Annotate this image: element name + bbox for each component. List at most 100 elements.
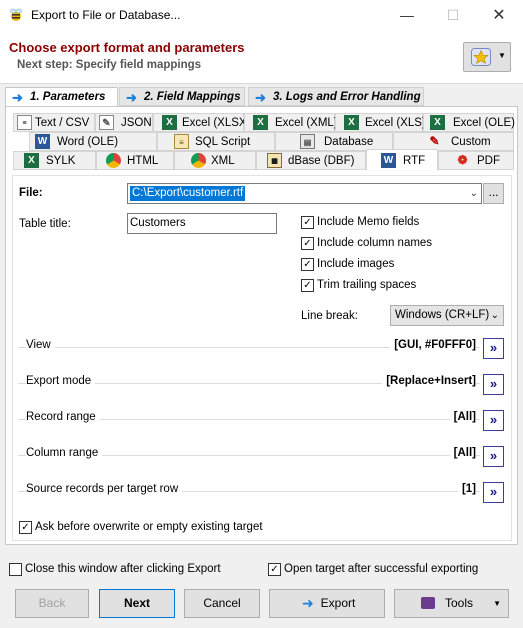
double-chevron-right-icon: »: [489, 376, 498, 391]
tab-field-mappings-label: 2. Field Mappings: [144, 91, 241, 103]
export-mode-value: [Replace+Insert]: [382, 375, 476, 387]
export-mode-label: Export mode: [26, 375, 96, 387]
wizard-header: Choose export format and parameters Next…: [0, 31, 523, 84]
column-range-group: Column range [All]: [18, 447, 480, 461]
tab-label: RTF: [403, 155, 426, 167]
tab-excel-ole[interactable]: X Excel (OLE): [423, 113, 515, 132]
chevron-down-icon: ▼: [498, 51, 506, 60]
tab-label: XML: [211, 155, 235, 167]
minimize-icon[interactable]: —: [384, 0, 430, 31]
checkbox-label: Open target after successful exporting: [284, 563, 479, 575]
excel-icon: X: [430, 115, 445, 130]
checkbox-label: Include images: [317, 258, 395, 270]
script-icon: ≡: [174, 134, 189, 149]
maximize-icon[interactable]: ☐: [430, 0, 476, 31]
tab-parameters-label: 1. Parameters: [30, 91, 106, 103]
tab-label: JSON: [121, 117, 152, 129]
excel-icon: X: [162, 115, 177, 130]
export-button[interactable]: ➜ Export: [269, 589, 385, 618]
records-per-row-button[interactable]: »: [483, 482, 504, 503]
line-break-value: Windows (CR+LF): [395, 309, 490, 321]
records-per-row-group: Source records per target row [1]: [18, 483, 480, 497]
record-range-value: [All]: [449, 411, 476, 423]
chevron-down-icon: ⌄: [490, 310, 499, 321]
view-group: View [GUI, #F0FFF0]: [18, 339, 480, 353]
close-icon[interactable]: ✕: [476, 0, 522, 31]
tab-sql-script[interactable]: ≡ SQL Script: [157, 132, 275, 151]
line-break-select[interactable]: Windows (CR+LF) ⌄: [390, 305, 504, 326]
tab-label: Excel (OLE): [453, 117, 515, 129]
tab-json[interactable]: ✎ JSON: [95, 113, 153, 132]
chevron-down-icon: ▼: [493, 599, 501, 608]
tab-logs-errors-label: 3. Logs and Error Handling: [273, 91, 421, 103]
tab-label: Excel (XLS): [365, 117, 426, 129]
tab-dbase-dbf[interactable]: ▦ dBase (DBF): [256, 151, 366, 170]
chrome-icon: [106, 153, 121, 168]
checkbox-check-icon: ✓: [301, 237, 314, 250]
tab-pdf[interactable]: ❁ PDF: [438, 151, 514, 170]
view-value: [GUI, #F0FFF0]: [390, 339, 476, 351]
view-settings-button[interactable]: »: [483, 338, 504, 359]
tab-label: dBase (DBF): [288, 155, 355, 167]
checkbox-label: Close this window after clicking Export: [25, 563, 221, 575]
star-icon: [471, 48, 491, 66]
tab-rtf[interactable]: W RTF: [366, 149, 438, 171]
tab-excel-xml[interactable]: X Excel (XML): [244, 113, 338, 132]
view-label: View: [26, 339, 55, 351]
export-label: Export: [320, 596, 356, 610]
excel-icon: X: [344, 115, 359, 130]
column-range-button[interactable]: »: [483, 446, 504, 467]
export-mode-group: Export mode [Replace+Insert]: [18, 375, 480, 389]
chrome-icon: [191, 153, 206, 168]
pdf-icon: ❁: [457, 153, 468, 167]
checkbox-check-icon: ✓: [268, 563, 281, 576]
tools-button[interactable]: Tools ▼: [394, 589, 509, 618]
tab-label: PDF: [477, 155, 500, 167]
checkbox-label: Trim trailing spaces: [317, 279, 417, 291]
tab-label: Custom: [451, 136, 491, 148]
record-range-button[interactable]: »: [483, 410, 504, 431]
checkbox-label: Include Memo fields: [317, 216, 420, 228]
column-range-label: Column range: [26, 447, 103, 459]
tab-field-mappings[interactable]: ➜ 2. Field Mappings: [119, 87, 245, 106]
checkbox-check-icon: ✓: [301, 258, 314, 271]
pen-icon: ✎: [429, 134, 440, 148]
tab-logs-errors[interactable]: ➜ 3. Logs and Error Handling: [248, 87, 424, 106]
tab-parameters[interactable]: ➜ 1. Parameters: [5, 87, 118, 107]
table-title-label: Table title:: [19, 218, 71, 230]
file-path-combo[interactable]: C:\Export\customer.rtf ⌄: [127, 183, 482, 204]
chevron-down-icon: ⌄: [469, 188, 478, 199]
tab-excel-xlsx[interactable]: X Excel (XLSX): [153, 113, 250, 132]
tab-xml[interactable]: XML: [174, 151, 256, 170]
app-bee-icon: [9, 8, 23, 21]
records-per-row-value: [1]: [457, 483, 476, 495]
word-icon: W: [35, 134, 50, 149]
tab-word-ole[interactable]: W Word (OLE): [29, 132, 157, 151]
title-bar: Export to File or Database... — ☐ ✕: [0, 0, 523, 31]
record-range-label: Record range: [26, 411, 100, 423]
tab-excel-xls[interactable]: X Excel (XLS): [335, 113, 426, 132]
next-button[interactable]: Next: [99, 589, 175, 618]
table-title-input[interactable]: Customers: [127, 213, 277, 234]
tab-label: HTML: [127, 155, 159, 167]
arrow-right-icon: ➜: [255, 90, 266, 105]
cancel-button[interactable]: Cancel: [184, 589, 260, 618]
line-break-label: Line break:: [301, 310, 358, 322]
record-range-group: Record range [All]: [18, 411, 480, 425]
tab-text-csv[interactable]: ≡ Text / CSV: [13, 113, 95, 132]
arrow-right-icon: ➜: [126, 90, 137, 105]
tab-sylk[interactable]: X SYLK: [13, 151, 96, 170]
browse-button[interactable]: ...: [483, 183, 504, 204]
database-icon: ▤: [300, 134, 315, 149]
excel-icon: X: [253, 115, 268, 130]
favorites-button[interactable]: ▼: [463, 42, 511, 72]
export-mode-button[interactable]: »: [483, 374, 504, 395]
tab-html[interactable]: HTML: [96, 151, 174, 170]
file-path-value: C:\Export\customer.rtf: [130, 186, 246, 201]
double-chevron-right-icon: »: [489, 340, 498, 355]
page-heading: Choose export format and parameters: [9, 40, 245, 55]
word-icon: W: [381, 153, 396, 168]
back-button[interactable]: Back: [15, 589, 89, 618]
tab-label: SQL Script: [195, 136, 251, 148]
toolbox-icon: [421, 597, 435, 609]
